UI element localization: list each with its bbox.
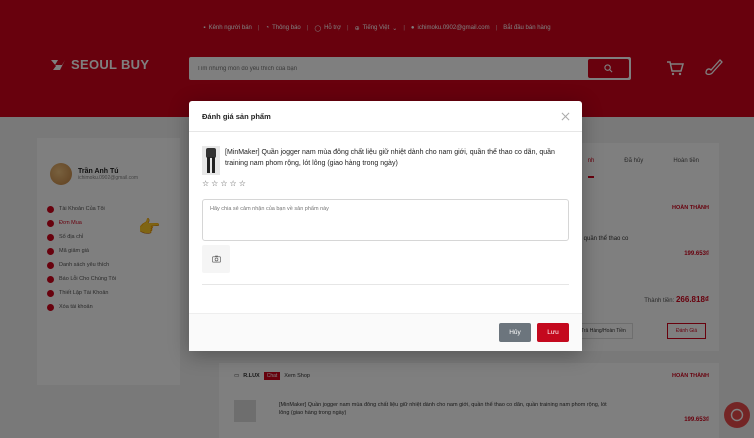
dialog-title: Đánh giá sản phẩm (202, 111, 271, 121)
cancel-button[interactable]: Hủy (499, 323, 531, 342)
review-dialog: Đánh giá sản phẩm [MinMaker] Quần jogger… (189, 101, 582, 351)
divider (202, 284, 569, 285)
review-product: [MinMaker] Quần jogger nam mùa đông chất… (202, 146, 571, 175)
star-icon[interactable]: ☆ (202, 180, 209, 188)
review-textarea[interactable] (202, 199, 569, 241)
star-icon[interactable]: ☆ (211, 180, 218, 188)
upload-photo-button[interactable] (202, 245, 230, 273)
save-button[interactable]: Lưu (537, 323, 569, 342)
star-icon[interactable]: ☆ (220, 180, 227, 188)
star-icon[interactable]: ☆ (230, 180, 237, 188)
camera-icon (211, 255, 221, 263)
dialog-header: Đánh giá sản phẩm (189, 101, 582, 132)
product-name: [MinMaker] Quần jogger nam mùa đông chất… (225, 149, 555, 167)
close-icon[interactable] (561, 112, 570, 121)
star-icon[interactable]: ☆ (239, 180, 246, 188)
star-rating: ☆ ☆ ☆ ☆ ☆ (202, 180, 246, 188)
product-thumbnail (202, 146, 220, 175)
